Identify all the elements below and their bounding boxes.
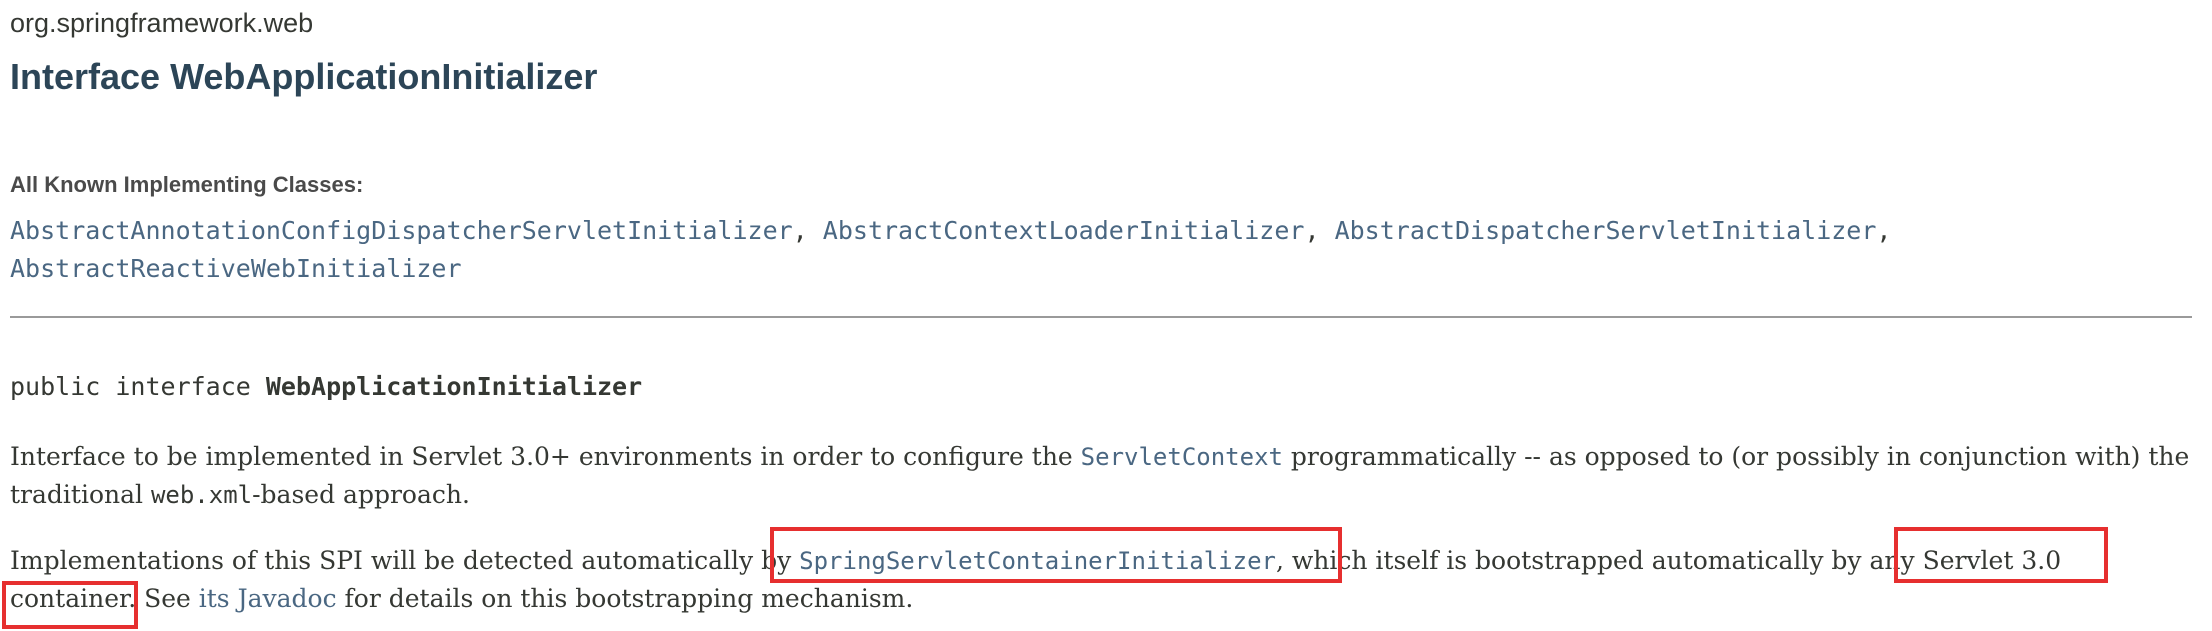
p2-text-d: for details on this bootstrapping mechan… [336, 584, 914, 613]
p1-text-a: Interface to be implemented in Servlet 3… [10, 442, 1081, 471]
package-name: org.springframework.web [10, 8, 314, 38]
class-link-abstract-context-loader-initializer[interactable]: AbstractContextLoaderInitializer [823, 216, 1305, 245]
description-paragraph-2: Implementations of this SPI will be dete… [10, 542, 2200, 618]
class-link-abstract-annotation-config-dispatcher-servlet-initializer[interactable]: AbstractAnnotationConfigDispatcherServle… [10, 216, 793, 245]
known-classes-list: AbstractAnnotationConfigDispatcherServle… [10, 212, 2200, 288]
servlet-context-link[interactable]: ServletContext [1081, 443, 1283, 471]
interface-signature: public interface WebApplicationInitializ… [10, 372, 642, 401]
list-separator: , [1304, 216, 1320, 245]
p2-text-c: container. See [10, 584, 199, 613]
list-separator: , [792, 216, 808, 245]
page-title: Interface WebApplicationInitializer [10, 56, 598, 97]
signature-prefix: public interface [10, 372, 266, 401]
known-classes-row: AbstractAnnotationConfigDispatcherServle… [10, 212, 2200, 250]
description-paragraph-1: Interface to be implemented in Servlet 3… [10, 438, 2200, 514]
list-separator: , [1876, 216, 1892, 245]
section-divider [10, 316, 2192, 318]
p2-text-b: , which itself is bootstrapped automatic… [1275, 546, 2062, 575]
p1-text-b: programmatically -- as opposed to (or po… [1282, 442, 2190, 471]
signature-name: WebApplicationInitializer [265, 372, 643, 401]
known-classes-row: AbstractReactiveWebInitializer [10, 250, 2200, 288]
p1-text-c: traditional [10, 480, 151, 509]
its-javadoc-link[interactable]: its Javadoc [199, 584, 337, 613]
web-xml-code: web.xml [150, 481, 253, 509]
p2-text-a: Implementations of this SPI will be dete… [10, 546, 800, 575]
spring-servlet-container-initializer-link[interactable]: SpringServletContainerInitializer [799, 547, 1276, 575]
known-classes-label: All Known Implementing Classes: [10, 172, 364, 197]
p1-text-d: -based approach. [252, 480, 470, 509]
javadoc-page: org.springframework.web Interface WebApp… [0, 0, 2212, 631]
class-link-abstract-dispatcher-servlet-initializer[interactable]: AbstractDispatcherServletInitializer [1335, 216, 1877, 245]
class-link-abstract-reactive-web-initializer[interactable]: AbstractReactiveWebInitializer [10, 254, 462, 283]
